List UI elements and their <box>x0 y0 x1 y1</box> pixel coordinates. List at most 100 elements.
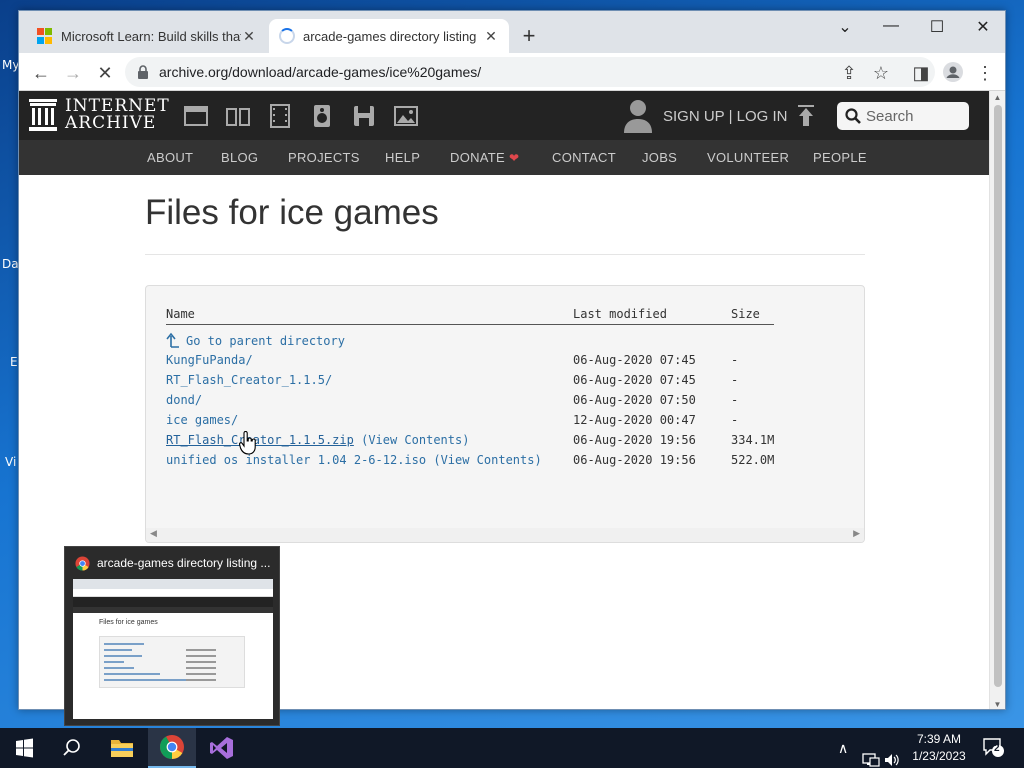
lock-icon[interactable] <box>137 65 149 79</box>
loading-spinner-icon <box>279 28 295 44</box>
new-tab-button[interactable]: + <box>517 25 541 47</box>
nav-about[interactable]: ABOUT <box>147 150 193 165</box>
scroll-left-arrow-icon[interactable]: ◀ <box>150 529 157 539</box>
maximize-button[interactable]: ☐ <box>923 17 951 37</box>
search-placeholder: Search <box>866 108 914 125</box>
ia-search-box[interactable]: Search <box>837 102 969 130</box>
tab-title: Microsoft Learn: Build skills that o <box>61 28 241 44</box>
nav-help[interactable]: HELP <box>385 150 420 165</box>
header-divider <box>166 324 774 325</box>
size-cell: 334.1M <box>731 433 775 447</box>
upload-icon[interactable] <box>797 105 815 127</box>
nav-jobs[interactable]: JOBS <box>642 150 677 165</box>
divider <box>145 254 865 255</box>
browser-menu-icon[interactable]: ⋮ <box>973 61 997 85</box>
search-icon <box>63 739 80 756</box>
file-link[interactable]: RT_Flash_Creator_1.1.5/ <box>166 373 332 387</box>
web-icon[interactable] <box>183 103 209 129</box>
last-modified-cell: 06-Aug-2020 19:56 <box>573 433 696 447</box>
notification-icon <box>983 738 1004 757</box>
side-panel-icon[interactable]: ◨ <box>909 61 933 85</box>
texts-icon[interactable] <box>225 103 251 129</box>
nav-projects[interactable]: PROJECTS <box>288 150 360 165</box>
scrollbar-thumb[interactable] <box>994 105 1002 687</box>
user-avatar-icon[interactable] <box>623 99 653 133</box>
size-cell: - <box>731 373 739 387</box>
tab-search-icon[interactable]: ⌄ <box>831 17 859 37</box>
folder-icon <box>111 740 133 757</box>
ia-top-bar: INTERNET ARCHIVE SIGN UP | LOG IN Search <box>19 91 991 140</box>
back-button[interactable]: ← <box>29 61 53 85</box>
parent-directory-link[interactable]: Go to parent directory <box>166 332 345 348</box>
close-window-button[interactable]: ✕ <box>969 17 997 37</box>
nav-people[interactable]: PEOPLE <box>813 150 867 165</box>
sign-up-login-link[interactable]: SIGN UP | LOG IN <box>663 108 787 125</box>
search-icon <box>845 108 861 124</box>
table-row: ice games/ 12-Aug-2020 00:47 - <box>166 413 846 433</box>
browser-toolbar: ← → ✕ archive.org/download/arcade-games/… <box>19 53 1005 91</box>
page-title: Files for ice games <box>145 193 439 232</box>
images-icon[interactable] <box>393 103 419 129</box>
size-cell: - <box>731 393 739 407</box>
view-contents-link[interactable]: View Contents <box>368 433 462 447</box>
share-icon[interactable]: ⇪ <box>837 61 861 85</box>
nav-volunteer[interactable]: VOLUNTEER <box>707 150 789 165</box>
file-link[interactable]: unified os installer 1.04 2-6-12.iso <box>166 453 426 467</box>
system-clock[interactable]: 7:39 AM 1/23/2023 <box>902 731 976 765</box>
tab-title: arcade-games directory listing <box>303 28 477 44</box>
horizontal-scrollbar[interactable]: ◀ ▶ <box>146 528 864 542</box>
stop-loading-button[interactable]: ✕ <box>93 61 117 85</box>
vertical-scrollbar[interactable]: ▲ ▼ <box>989 91 1005 709</box>
size-cell: - <box>731 353 739 367</box>
desktop-icon-label[interactable]: My <box>2 58 19 72</box>
view-contents-link[interactable]: View Contents <box>441 453 535 467</box>
show-hidden-icons-button[interactable]: ∧ <box>838 740 848 768</box>
last-modified-cell: 12-Aug-2020 00:47 <box>573 413 696 427</box>
search-button[interactable] <box>48 728 96 768</box>
desktop-icon-label[interactable]: E <box>10 355 18 369</box>
notification-count-badge: 2 <box>994 743 1000 754</box>
table-row: unified os installer 1.04 2-6-12.iso (Vi… <box>166 453 775 467</box>
url-text[interactable]: archive.org/download/arcade-games/ice%20… <box>159 64 481 80</box>
notification-center-button[interactable]: 2 <box>982 736 1006 768</box>
scroll-right-arrow-icon[interactable]: ▶ <box>853 529 860 539</box>
scroll-up-arrow-icon[interactable]: ▲ <box>990 93 1005 102</box>
volume-icon[interactable] <box>884 740 900 768</box>
audio-icon[interactable] <box>309 103 335 129</box>
network-icon[interactable] <box>862 740 880 768</box>
video-icon[interactable] <box>267 103 293 129</box>
nav-donate[interactable]: DONATE ❤ <box>450 150 519 165</box>
desktop-icon-label[interactable]: Vi <box>5 455 16 469</box>
file-link[interactable]: RT_Flash_Creator_1.1.5.zip <box>166 433 354 447</box>
taskbar-thumbnail-preview[interactable]: arcade-games directory listing ... Files… <box>64 546 280 726</box>
file-link[interactable]: ice games/ <box>166 413 238 427</box>
internet-archive-logo-icon[interactable] <box>29 99 57 131</box>
windows-start-icon <box>16 738 33 758</box>
address-bar[interactable]: archive.org/download/arcade-games/ice%20… <box>125 57 935 87</box>
software-icon[interactable] <box>351 103 377 129</box>
file-explorer-taskbar-button[interactable] <box>98 728 146 768</box>
close-tab-icon[interactable]: ✕ <box>241 28 257 45</box>
chrome-taskbar-button[interactable] <box>148 728 196 768</box>
file-link[interactable]: dond/ <box>166 393 202 407</box>
table-row: KungFuPanda/ 06-Aug-2020 07:45 - <box>166 353 846 373</box>
file-link[interactable]: KungFuPanda/ <box>166 353 253 367</box>
visual-studio-taskbar-button[interactable] <box>198 728 246 768</box>
profile-avatar-icon[interactable] <box>941 61 965 85</box>
nav-blog[interactable]: BLOG <box>221 150 258 165</box>
scroll-down-arrow-icon[interactable]: ▼ <box>990 700 1005 709</box>
tab-microsoft-learn[interactable]: Microsoft Learn: Build skills that o ✕ <box>27 19 267 53</box>
start-button[interactable] <box>0 728 48 768</box>
bookmark-star-icon[interactable]: ☆ <box>869 61 893 85</box>
table-row: RT_Flash_Creator_1.1.5/ 06-Aug-2020 07:4… <box>166 373 846 393</box>
tab-arcade-games[interactable]: arcade-games directory listing ✕ <box>269 19 509 53</box>
parent-directory-row: Go to parent directory <box>166 332 846 352</box>
desktop-icon-label[interactable]: Da <box>2 257 19 271</box>
last-modified-cell: 06-Aug-2020 07:45 <box>573 373 696 387</box>
nav-contact[interactable]: CONTACT <box>552 150 616 165</box>
internet-archive-wordmark[interactable]: INTERNET ARCHIVE <box>65 98 170 132</box>
forward-button[interactable]: → <box>61 61 85 85</box>
close-tab-icon[interactable]: ✕ <box>483 28 499 45</box>
minimize-button[interactable]: — <box>877 17 905 35</box>
windows-taskbar: ∧ 7:39 AM 1/23/2023 2 <box>0 728 1024 768</box>
